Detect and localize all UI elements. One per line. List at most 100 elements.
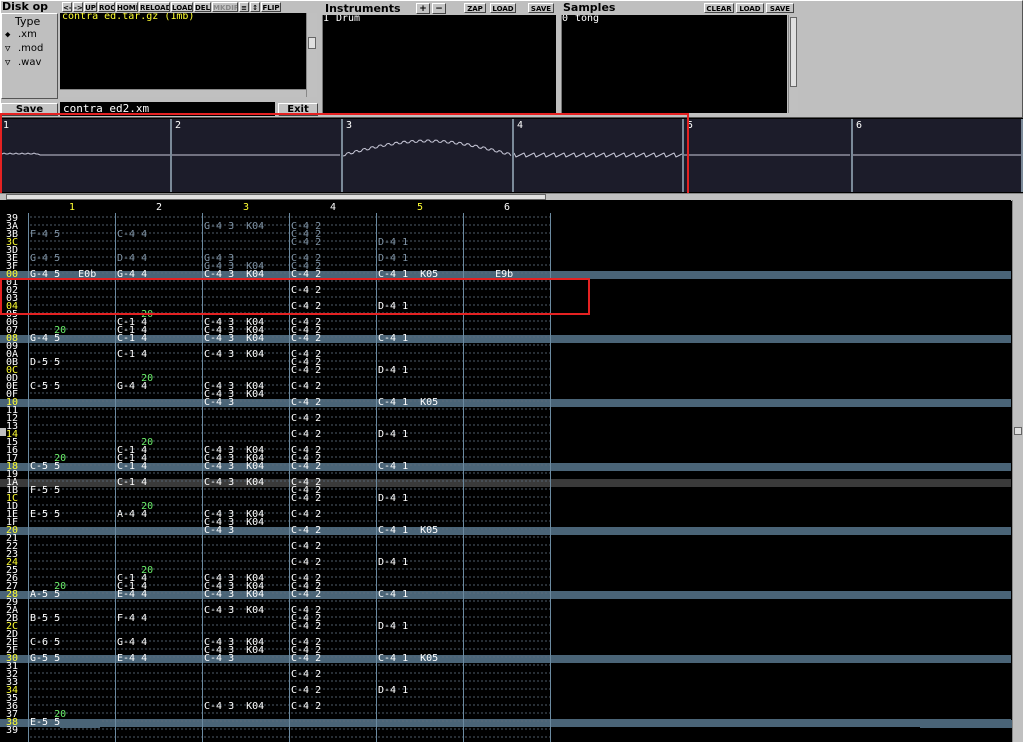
diskop-nav-button[interactable]: HOME <box>116 2 138 12</box>
type-radio-wav[interactable]: ▽ <box>5 59 14 68</box>
pattern-cell[interactable]: C-1 4 <box>117 334 201 344</box>
pattern-cell[interactable]: G-4 5 <box>30 254 114 264</box>
pattern-cell[interactable]: G-4 4 <box>117 270 201 280</box>
pattern-cell[interactable]: C-4 2 <box>291 430 375 440</box>
pattern-cell[interactable]: G-4 4 <box>117 382 201 392</box>
channel-header-2[interactable]: 2 <box>116 203 202 213</box>
pattern-cell[interactable]: C-4 2 <box>291 526 375 536</box>
diskop-nav-button[interactable]: -> <box>73 2 83 12</box>
pattern-cell[interactable]: D-4 1 <box>378 302 462 312</box>
pattern-cell[interactable]: C-4 2 <box>291 366 375 376</box>
pattern-cell[interactable]: C-1 4 <box>117 478 201 488</box>
pattern-cell[interactable]: C-4 2 <box>291 494 375 504</box>
pattern-cell[interactable]: C-4 2 <box>291 702 375 712</box>
pattern-cell[interactable]: D-4 1 <box>378 686 462 696</box>
pattern-cell[interactable]: C-6 5 <box>30 638 114 648</box>
pattern-cell[interactable]: C-4 2 <box>291 590 375 600</box>
pattern-cell[interactable]: C-4 2 <box>291 558 375 568</box>
sample-list-item[interactable]: tong <box>575 15 785 23</box>
pattern-cell[interactable]: C-4 2 <box>291 382 375 392</box>
sample-list[interactable]: 0123456789AB tongta <box>561 15 787 113</box>
sample-clear-button[interactable]: CLEAR <box>704 3 734 13</box>
instrument-remove-button[interactable]: − <box>432 3 446 14</box>
diskop-nav-button[interactable]: MKDIR <box>212 2 238 12</box>
pattern-cell[interactable]: C-4 1 K05 <box>378 270 462 280</box>
instrument-zap-button[interactable]: ZAP <box>464 3 486 13</box>
pattern-cell[interactable]: C-5 5 <box>30 462 114 472</box>
file-list-scrollbar[interactable] <box>306 13 317 97</box>
instrument-list-item[interactable]: Drum <box>336 15 556 23</box>
pattern-cell[interactable]: D-4 4 <box>117 254 201 264</box>
pattern-cell[interactable]: C-4 2 <box>291 542 375 552</box>
channel-header-4[interactable]: 4 <box>290 203 376 213</box>
pattern-cell[interactable]: C-4 2 <box>291 334 375 344</box>
pattern-cell[interactable]: F-5 5 <box>30 486 114 496</box>
pattern-cell[interactable]: C-1 4 <box>117 350 201 360</box>
file-list-item[interactable]: contra_ed.tar.gz (1mb) <box>60 13 306 21</box>
pattern-cell[interactable]: B-5 5 <box>30 614 114 624</box>
pattern-cell[interactable]: G-4 3 K04 <box>204 222 288 232</box>
pattern-cell[interactable]: C-4 3 K04 <box>204 702 288 712</box>
diskop-nav-button[interactable]: ROOT <box>98 2 115 12</box>
pattern-cell[interactable]: C-4 2 <box>291 686 375 696</box>
pattern-cell[interactable]: C-4 1 K05 <box>378 526 462 536</box>
pattern-cell[interactable]: G-4 5 E0b <box>30 270 114 280</box>
instrument-add-button[interactable]: + <box>416 3 430 14</box>
sample-list-scroll-thumb[interactable] <box>790 17 797 87</box>
pattern-cell[interactable]: E-4 4 <box>117 654 201 664</box>
diskop-nav-button[interactable]: <- <box>62 2 72 12</box>
pattern-cell[interactable]: C-4 1 <box>378 462 462 472</box>
pattern-cell[interactable]: D-4 1 <box>378 238 462 248</box>
pattern-cell[interactable]: C-4 3 K04 <box>204 462 288 472</box>
instrument-list[interactable]: 123456789ABC DrumNoiseTriangleLead Squar… <box>322 15 556 113</box>
diskop-nav-button[interactable]: ≡ <box>239 2 249 12</box>
pattern-cell[interactable]: C-4 3 K04 <box>204 270 288 280</box>
file-list-scroll-thumb[interactable] <box>308 37 316 49</box>
pattern-editor[interactable]: 1 2 3 4 5 6 39 3A G-4 3 K04 C-4 2 3B F-4 5 C-4 4 C-4 … <box>0 200 1011 742</box>
instrument-load-button[interactable]: LOAD <box>490 3 516 13</box>
file-list[interactable]: contra_ed.tar.gz (1mb)contra_ed.xm (12kb… <box>60 13 306 97</box>
pattern-cell[interactable]: A-5 5 <box>30 590 114 600</box>
type-radio-mod[interactable]: ▽ <box>5 45 14 54</box>
pattern-cell[interactable]: C-4 2 <box>291 270 375 280</box>
exit-button[interactable]: Exit <box>278 103 318 116</box>
pattern-cell[interactable]: C-4 3 <box>204 654 288 664</box>
pattern-cell[interactable]: D-4 1 <box>378 254 462 264</box>
pattern-cell[interactable]: E-4 4 <box>117 590 201 600</box>
pattern-cell[interactable]: D-4 1 <box>378 494 462 504</box>
sample-save-button[interactable]: SAVE <box>766 3 794 13</box>
scope-channel-2[interactable]: 2 <box>172 119 343 192</box>
pattern-cell[interactable]: D-4 1 <box>378 430 462 440</box>
pattern-cell[interactable]: C-4 2 <box>291 670 375 680</box>
pattern-cell[interactable]: E-5 5 <box>30 510 114 520</box>
type-radio-xm[interactable]: ◆ <box>5 31 14 40</box>
pattern-cell[interactable]: C-4 2 <box>291 302 375 312</box>
pattern-cell[interactable]: C-4 2 <box>291 238 375 248</box>
filename-field[interactable]: contra_ed2.xm <box>60 102 275 116</box>
pattern-cell[interactable]: G-4 4 <box>117 638 201 648</box>
pattern-cell[interactable]: D-5 5 <box>30 358 114 368</box>
pattern-cell[interactable]: C-4 3 K04 <box>204 334 288 344</box>
diskop-nav-button[interactable]: LOAD <box>171 2 193 12</box>
pattern-cell[interactable]: C-4 1 <box>378 590 462 600</box>
instrument-save-button[interactable]: SAVE <box>528 3 554 13</box>
pattern-cell[interactable]: E9b <box>465 270 549 280</box>
diskop-nav-button[interactable]: RELOAD <box>139 2 170 12</box>
channel-header-5[interactable]: 5 <box>377 203 463 213</box>
pattern-cell[interactable]: D-4 1 <box>378 622 462 632</box>
pattern-cell[interactable]: C-4 3 K04 <box>204 590 288 600</box>
sample-list-scrollbar[interactable] <box>788 15 798 113</box>
pattern-cell[interactable]: C-4 3 <box>204 398 288 408</box>
scope-channel-6[interactable]: 6 <box>853 119 1023 192</box>
pattern-cell[interactable]: C-4 2 <box>291 510 375 520</box>
pattern-cell[interactable]: C-4 2 <box>291 622 375 632</box>
pattern-cell[interactable]: C-4 3 K04 <box>204 478 288 488</box>
scope-channel-4[interactable]: 4 <box>514 119 684 192</box>
pattern-cell[interactable]: C-4 3 <box>204 526 288 536</box>
scope-channel-3[interactable]: 3 <box>343 119 514 192</box>
channel-header-6[interactable]: 6 <box>464 203 550 213</box>
pattern-vscroll[interactable] <box>1012 200 1023 742</box>
pattern-cell[interactable]: C-4 2 <box>291 398 375 408</box>
save-button[interactable]: Save <box>1 103 58 116</box>
sample-load-button[interactable]: LOAD <box>736 3 764 13</box>
